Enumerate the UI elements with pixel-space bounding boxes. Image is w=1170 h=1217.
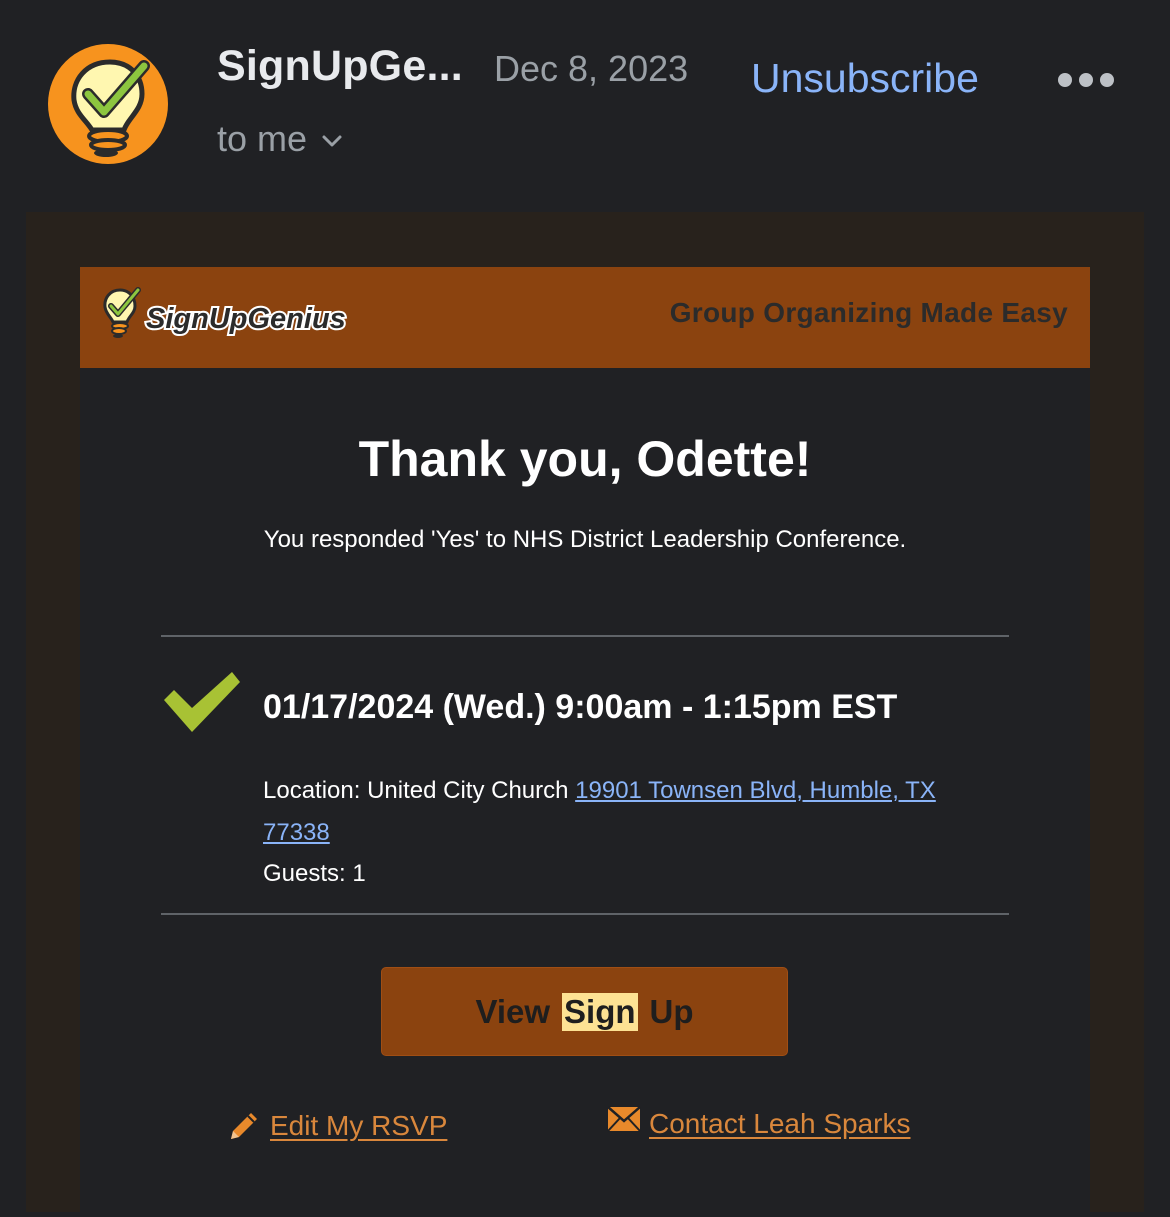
checkmark-icon	[164, 672, 240, 732]
button-word-sign-highlighted: Sign	[562, 992, 638, 1031]
slot-guests: Guests: 1	[263, 860, 366, 887]
email-date: Dec 8, 2023	[494, 48, 689, 89]
slot-location: Location: United City Church 19901 Towns…	[263, 770, 1003, 854]
response-summary: You responded 'Yes' to NHS District Lead…	[263, 526, 907, 553]
email-card	[80, 267, 1090, 1217]
edit-rsvp-label: Edit My RSVP	[270, 1110, 448, 1141]
recipient-details-toggle[interactable]: to me	[217, 118, 343, 160]
email-header: SignUpGe... Dec 8, 2023 Unsubscribe to m…	[0, 0, 1170, 212]
unsubscribe-link[interactable]: Unsubscribe	[751, 55, 979, 102]
view-sign-up-button[interactable]: View Sign Up	[381, 967, 788, 1056]
edit-rsvp-link[interactable]: Edit My RSVP	[226, 1108, 447, 1144]
location-label: Location: United City Church	[263, 777, 569, 804]
contact-organizer-label: Contact Leah Sparks	[649, 1108, 911, 1139]
chevron-down-icon	[322, 135, 342, 147]
signupgenius-logo[interactable]: SignUpGenius SignUpGenius	[100, 284, 370, 350]
lightbulb-logo-icon	[71, 59, 150, 157]
brand-tagline: Group Organizing Made Easy	[669, 297, 1068, 328]
thank-you-heading: Thank you, Odette!	[358, 431, 812, 487]
contact-organizer-link[interactable]: Contact Leah Sparks	[607, 1106, 911, 1140]
divider-bottom	[161, 913, 1009, 915]
pencil-icon	[231, 1113, 257, 1139]
sender-avatar[interactable]	[48, 44, 168, 164]
more-options-icon[interactable]	[1058, 62, 1114, 98]
button-word-view: View	[475, 992, 551, 1030]
button-word-up: Up	[649, 992, 694, 1030]
divider-top	[161, 635, 1009, 637]
recipient-label: to me	[217, 118, 308, 159]
slot-datetime: 01/17/2024 (Wed.) 9:00am - 1:15pm EST	[263, 688, 898, 726]
sender-name[interactable]: SignUpGe...	[217, 42, 463, 91]
envelope-icon	[607, 1106, 641, 1132]
logo-wordmark: SignUpGenius	[146, 303, 346, 335]
